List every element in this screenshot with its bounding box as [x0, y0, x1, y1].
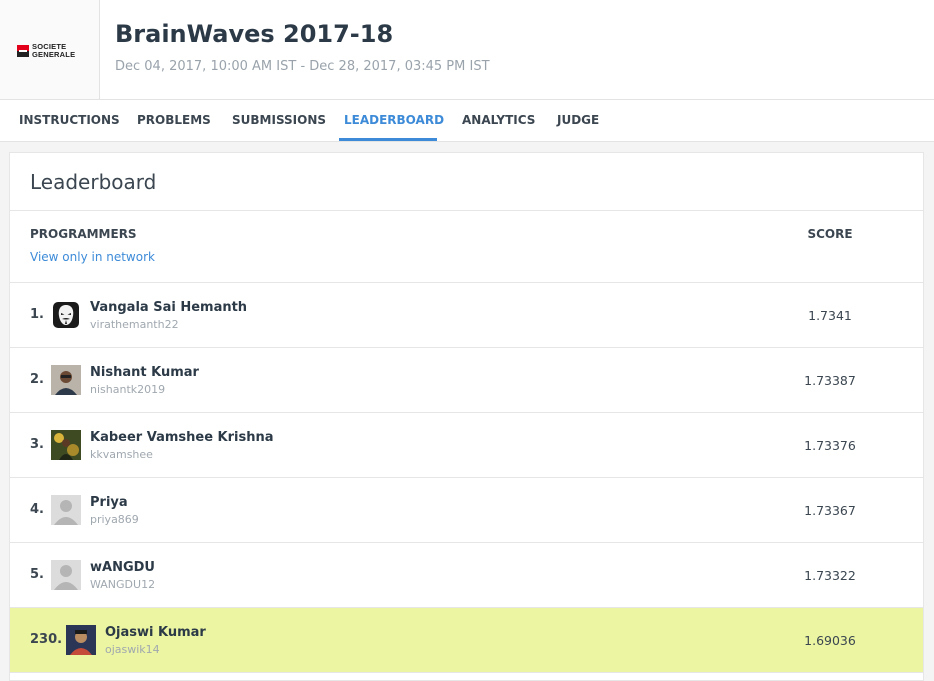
leaderboard-card: Leaderboard PROGRAMMERS SCORE View only …	[9, 152, 924, 681]
score-value: 1.73322	[804, 568, 856, 583]
score-value: 1.7341	[808, 308, 852, 323]
programmer-handle: nishantk2019	[90, 383, 166, 396]
leaderboard-row[interactable]: 2. Nishant Kumar nishantk2019 1.73387	[10, 348, 923, 413]
contest-dates: Dec 04, 2017, 10:00 AM IST - Dec 28, 201…	[115, 59, 490, 74]
programmers-column-header: PROGRAMMERS	[30, 227, 137, 241]
rank: 1.	[30, 307, 44, 322]
programmer-name[interactable]: Ojaswi Kumar	[105, 625, 206, 640]
tab-analytics[interactable]: ANALYTICS	[462, 100, 535, 142]
photo-avatar[interactable]	[66, 625, 96, 655]
programmer-handle: ojaswik14	[105, 643, 160, 656]
tab-instructions[interactable]: INSTRUCTIONS	[19, 100, 120, 142]
default-user-avatar[interactable]	[51, 495, 81, 525]
score-value: 1.73367	[804, 503, 856, 518]
brand-mark-icon	[17, 45, 29, 57]
tab-bar: INSTRUCTIONS PROBLEMS SUBMISSIONS LEADER…	[0, 100, 934, 142]
rank: 4.	[30, 502, 44, 517]
programmer-name[interactable]: wANGDU	[90, 560, 155, 575]
tab-judge[interactable]: JUDGE	[557, 100, 599, 142]
rank: 230.	[30, 632, 63, 647]
rank: 5.	[30, 567, 44, 582]
programmer-handle: virathemanth22	[90, 318, 179, 331]
contest-title: BrainWaves 2017-18	[115, 20, 394, 48]
programmer-handle: kkvamshee	[90, 448, 153, 461]
active-tab-indicator	[339, 138, 437, 141]
score-value: 1.73376	[804, 438, 856, 453]
photo-avatar[interactable]	[51, 430, 81, 460]
rank: 3.	[30, 437, 44, 452]
societe-generale-logo: SOCIETE GENERALE	[17, 43, 75, 59]
score-column-header: SCORE	[807, 227, 853, 241]
leaderboard-row[interactable]: 4. Priya priya869 1.73367	[10, 478, 923, 543]
score-value: 1.73387	[804, 373, 856, 388]
leaderboard-row[interactable]: 5. wANGDU WANGDU12 1.73322	[10, 543, 923, 608]
tab-problems[interactable]: PROBLEMS	[137, 100, 211, 142]
programmer-name[interactable]: Kabeer Vamshee Krishna	[90, 430, 274, 445]
programmer-handle: priya869	[90, 513, 139, 526]
leaderboard-row[interactable]: 3. Kabeer Vamshee Krishna kkvamshee 1.73…	[10, 413, 923, 478]
mask-avatar[interactable]	[51, 300, 81, 330]
score-value: 1.69036	[804, 633, 856, 648]
programmer-name[interactable]: Vangala Sai Hemanth	[90, 300, 247, 315]
leaderboard-row[interactable]: 1. Vangala Sai Hemanth virathemanth22 1.…	[10, 283, 923, 348]
leaderboard-title: Leaderboard	[30, 170, 157, 194]
divider	[10, 210, 923, 211]
view-in-network-link[interactable]: View only in network	[30, 250, 155, 264]
programmer-name[interactable]: Priya	[90, 495, 128, 510]
logo-box: SOCIETE GENERALE	[0, 0, 100, 99]
tab-submissions[interactable]: SUBMISSIONS	[232, 100, 326, 142]
contest-header: SOCIETE GENERALE BrainWaves 2017-18 Dec …	[0, 0, 934, 100]
tab-leaderboard[interactable]: LEADERBOARD	[344, 100, 444, 142]
rank: 2.	[30, 372, 44, 387]
photo-avatar[interactable]	[51, 365, 81, 395]
programmer-handle: WANGDU12	[90, 578, 156, 591]
programmer-name[interactable]: Nishant Kumar	[90, 365, 199, 380]
current-user-row[interactable]: 230. Ojaswi Kumar ojaswik14 1.69036	[10, 608, 923, 673]
default-user-avatar[interactable]	[51, 560, 81, 590]
